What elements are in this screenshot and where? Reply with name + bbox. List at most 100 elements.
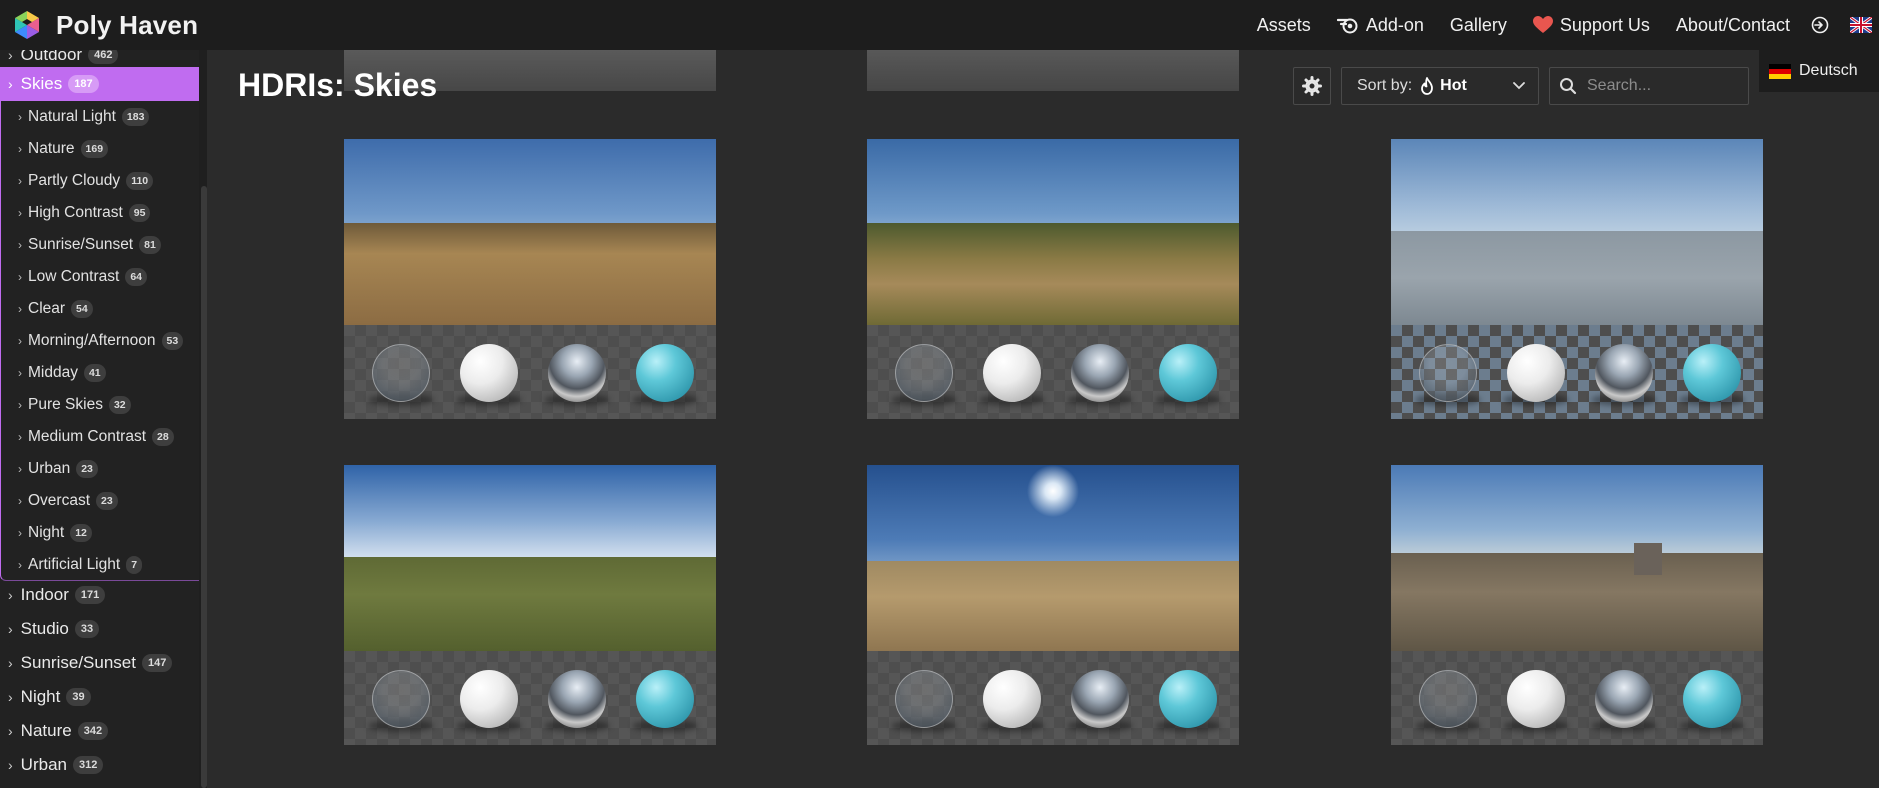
nav-addon-label: Add-on xyxy=(1365,14,1424,35)
nav-support[interactable]: Support Us xyxy=(1520,0,1663,50)
sidebar-item-label: Night xyxy=(28,524,65,541)
sidebar-sub-midday[interactable]: › Midday 41 xyxy=(0,357,199,389)
flame-icon xyxy=(1421,77,1434,95)
login-icon xyxy=(1811,16,1828,34)
sidebar-item-indoor[interactable]: › Indoor 171 xyxy=(0,578,199,612)
sidebar-sub-sunrise-sunset[interactable]: › Sunrise/Sunset 81 xyxy=(0,229,199,261)
search-input[interactable] xyxy=(1585,76,1735,96)
sidebar-sub-urban[interactable]: › Urban 23 xyxy=(0,453,199,485)
sidebar-item-night[interactable]: › Night 39 xyxy=(0,680,199,714)
cyan-sphere xyxy=(636,670,694,728)
hdri-thumbnail[interactable] xyxy=(1391,139,1763,419)
sidebar-item-studio[interactable]: › Studio 33 xyxy=(0,612,199,646)
sidebar-item-label: Sunrise/Sunset xyxy=(28,236,134,253)
sidebar-item-label: Pure Skies xyxy=(28,396,103,413)
hdri-thumbnail[interactable] xyxy=(1391,465,1763,745)
cyan-sphere xyxy=(1683,344,1741,402)
sidebar-item-sunrise-sunset[interactable]: › Sunrise/Sunset 147 xyxy=(0,646,199,680)
heart-icon xyxy=(1532,16,1553,33)
cyan-sphere xyxy=(1159,344,1217,402)
language-selector-deutsch[interactable]: Deutsch xyxy=(1759,50,1879,92)
sidebar-item-label: Outdoor xyxy=(20,50,83,64)
chevron-right-icon: › xyxy=(18,494,22,508)
count-badge: 33 xyxy=(74,620,100,638)
sidebar-item-label: Indoor xyxy=(20,585,69,604)
chevron-right-icon: › xyxy=(18,302,22,316)
count-badge: 183 xyxy=(121,108,150,126)
search-box[interactable] xyxy=(1549,67,1749,105)
sidebar-item-label: Skies xyxy=(20,74,63,93)
sidebar-sub-pure-skies[interactable]: › Pure Skies 32 xyxy=(0,389,199,421)
count-badge: 171 xyxy=(74,586,106,604)
sidebar-sub-natural-light[interactable]: › Natural Light 183 xyxy=(0,101,199,133)
sidebar-sub-morning-afternoon[interactable]: › Morning/Afternoon 53 xyxy=(0,325,199,357)
sidebar-sub-overcast[interactable]: › Overcast 23 xyxy=(0,485,199,517)
sidebar-item-label: Nature xyxy=(28,140,75,157)
sidebar-item-label: High Contrast xyxy=(28,204,123,221)
hdri-thumbnail[interactable] xyxy=(344,465,716,745)
glass-sphere xyxy=(372,670,430,728)
cyan-sphere xyxy=(636,344,694,402)
cyan-sphere xyxy=(1159,670,1217,728)
sidebar-item-label: Urban xyxy=(20,755,67,774)
sidebar-item-label: Studio xyxy=(20,619,69,638)
count-badge: 28 xyxy=(152,428,174,446)
chevron-right-icon: › xyxy=(18,110,22,124)
sidebar-item-label: Night xyxy=(20,687,61,706)
hdri-thumbnail[interactable] xyxy=(867,139,1239,419)
login-button[interactable] xyxy=(1803,0,1843,50)
poly-haven-logo-icon xyxy=(15,11,39,39)
chevron-right-icon: › xyxy=(8,50,13,63)
sort-dropdown[interactable]: Sort by: Hot xyxy=(1341,67,1539,105)
count-badge: 81 xyxy=(139,236,161,254)
sidebar-item-label: Nature xyxy=(20,721,72,740)
sidebar-sub-high-contrast[interactable]: › High Contrast 95 xyxy=(0,197,199,229)
count-badge: 12 xyxy=(70,524,92,542)
chevron-down-icon xyxy=(1513,82,1525,90)
sidebar-item-urban[interactable]: › Urban 312 xyxy=(0,748,199,782)
hdri-thumbnail[interactable] xyxy=(344,139,716,419)
chevron-right-icon: › xyxy=(18,558,22,572)
count-badge: 64 xyxy=(125,268,148,286)
language-button[interactable] xyxy=(1843,0,1879,50)
sidebar-sub-medium-contrast[interactable]: › Medium Contrast 28 xyxy=(0,421,199,453)
category-sidebar: › Outdoor 462 › Skies 187 › Natural Light… xyxy=(0,50,200,788)
chevron-right-icon: › xyxy=(8,76,13,92)
count-badge: 54 xyxy=(71,300,93,318)
sidebar-item-skies[interactable]: › Skies 187 xyxy=(0,67,199,101)
sidebar-item-label: Urban xyxy=(28,460,71,477)
count-badge: 312 xyxy=(72,756,104,774)
chevron-right-icon: › xyxy=(18,206,22,220)
sidebar-sub-partly-cloudy[interactable]: › Partly Cloudy 110 xyxy=(0,165,199,197)
brand[interactable]: Poly Haven xyxy=(12,10,198,41)
settings-button[interactable] xyxy=(1293,67,1331,105)
chevron-right-icon: › xyxy=(18,142,22,156)
glass-sphere xyxy=(1419,670,1477,728)
sidebar-item-label: Sunrise/Sunset xyxy=(20,653,136,672)
chevron-right-icon: › xyxy=(18,462,22,476)
count-badge: 53 xyxy=(161,332,184,350)
nav-assets[interactable]: Assets xyxy=(1244,0,1324,50)
sidebar-sub-artificial-light[interactable]: › Artificial Light 7 xyxy=(0,549,199,581)
sidebar-item-nature[interactable]: › Nature 342 xyxy=(0,714,199,748)
count-badge: 7 xyxy=(126,556,143,574)
nav-addon[interactable]: Add-on xyxy=(1324,0,1437,50)
diffuse-sphere xyxy=(1507,344,1565,402)
sidebar-sub-nature[interactable]: › Nature 169 xyxy=(0,133,199,165)
count-badge: 110 xyxy=(126,172,154,190)
sidebar-sub-low-contrast[interactable]: › Low Contrast 64 xyxy=(0,261,199,293)
hdri-thumbnail-partial[interactable] xyxy=(867,50,1239,91)
chevron-right-icon: › xyxy=(18,270,22,284)
chevron-right-icon: › xyxy=(18,398,22,412)
language-label: Deutsch xyxy=(1799,62,1858,79)
nav-about[interactable]: About/Contact xyxy=(1663,0,1803,50)
uk-flag-icon xyxy=(1849,17,1872,33)
count-badge: 41 xyxy=(83,364,106,382)
sidebar-item-label: Natural Light xyxy=(28,108,116,125)
hdri-thumbnail[interactable] xyxy=(867,465,1239,745)
sidebar-sub-night[interactable]: › Night 12 xyxy=(0,517,199,549)
sidebar-sub-clear[interactable]: › Clear 54 xyxy=(0,293,199,325)
chevron-right-icon: › xyxy=(18,366,22,380)
count-badge: 95 xyxy=(128,204,151,222)
nav-gallery[interactable]: Gallery xyxy=(1437,0,1520,50)
